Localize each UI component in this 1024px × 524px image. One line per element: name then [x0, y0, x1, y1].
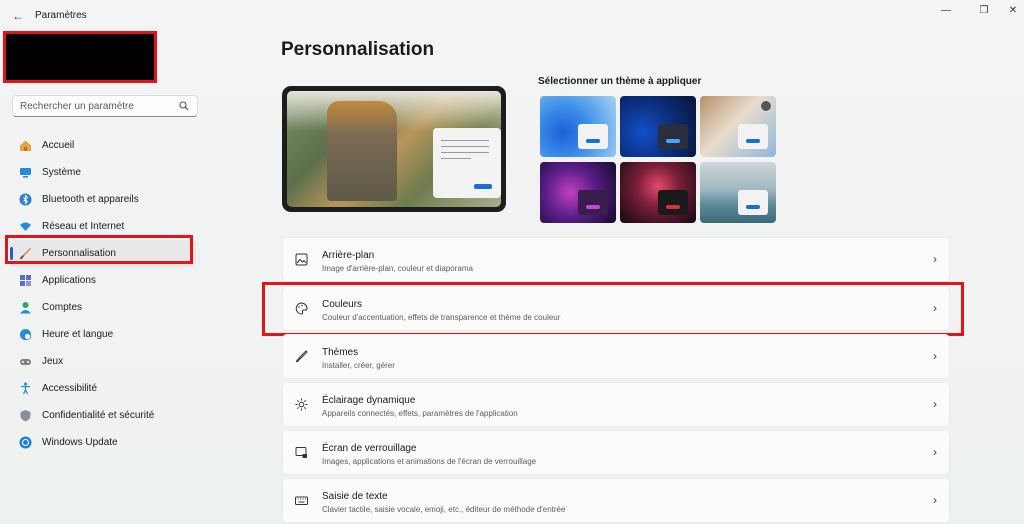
- card-description: Appareils connectés, effets, paramètres …: [322, 409, 518, 418]
- theme-thumbnail[interactable]: [540, 96, 616, 157]
- card-title: Écran de verrouillage: [322, 443, 417, 454]
- preview-window: [433, 128, 501, 198]
- search-input[interactable]: Rechercher un paramètre: [12, 95, 198, 117]
- sidebar-item-label: Accessibilité: [42, 383, 98, 394]
- theme-thumbnail[interactable]: [620, 162, 696, 223]
- sidebar-nav: Accueil Système Bluetooth et appareils R…: [10, 132, 196, 456]
- app-title: Paramètres: [35, 10, 87, 21]
- image-icon: [294, 253, 308, 267]
- sidebar-item-label: Système: [42, 167, 81, 178]
- globe-clock-icon: [18, 328, 32, 342]
- search-placeholder: Rechercher un paramètre: [20, 101, 134, 112]
- theme-thumbnail[interactable]: [620, 96, 696, 157]
- card-title: Éclairage dynamique: [322, 395, 416, 406]
- card-ecran-de-verrouillage[interactable]: Écran de verrouillage Images, applicatio…: [282, 430, 950, 475]
- sidebar-item-label: Accueil: [42, 140, 75, 151]
- sidebar-item-label: Heure et langue: [42, 329, 114, 340]
- sidebar-item-label: Bluetooth et appareils: [42, 194, 139, 205]
- preview-rock: [327, 101, 397, 201]
- sidebar-item-bluetooth[interactable]: Bluetooth et appareils: [10, 186, 196, 213]
- sidebar-item-comptes[interactable]: Comptes: [10, 294, 196, 321]
- home-icon: [18, 139, 32, 153]
- chevron-right-icon: ›: [933, 493, 937, 507]
- card-title: Arrière-plan: [322, 250, 375, 261]
- update-icon: [18, 436, 32, 450]
- sidebar-item-label: Comptes: [42, 302, 83, 313]
- card-eclairage-dynamique[interactable]: Éclairage dynamique Appareils connectés,…: [282, 382, 950, 427]
- sidebar-item-windows-update[interactable]: Windows Update: [10, 429, 196, 456]
- selected-theme-icon: [760, 100, 772, 112]
- gamepad-icon: [18, 355, 32, 369]
- shield-icon: [18, 409, 32, 423]
- brush-icon: [294, 350, 308, 364]
- chevron-right-icon: ›: [933, 397, 937, 411]
- card-description: Clavier tactile, saisie vocale, emoji, e…: [322, 505, 566, 514]
- card-arriere-plan[interactable]: Arrière-plan Image d'arrière-plan, coule…: [282, 237, 950, 282]
- sidebar-item-applications[interactable]: Applications: [10, 267, 196, 294]
- sidebar-item-label: Réseau et Internet: [42, 221, 125, 232]
- sidebar-item-label: Jeux: [42, 356, 64, 367]
- card-description: Installer, créer, gérer: [322, 361, 395, 370]
- preview-button: [474, 184, 492, 189]
- sidebar-item-systeme[interactable]: Système: [10, 159, 196, 186]
- chevron-right-icon: ›: [933, 349, 937, 363]
- theme-thumbnail[interactable]: [700, 162, 776, 223]
- monitor-icon: [18, 166, 32, 180]
- apps-icon: [18, 274, 32, 288]
- sidebar-item-accueil[interactable]: Accueil: [10, 132, 196, 159]
- sidebar-item-label: Windows Update: [42, 437, 118, 448]
- account-redacted[interactable]: [3, 31, 157, 83]
- wifi-icon: [18, 220, 32, 234]
- sun-icon: [294, 398, 308, 412]
- theme-thumbnail[interactable]: [700, 96, 776, 157]
- page-title: Personnalisation: [281, 39, 435, 60]
- user-icon: [18, 301, 32, 315]
- card-title: Saisie de texte: [322, 491, 388, 502]
- highlight-box-personnalisation: [5, 235, 193, 264]
- sidebar-item-confidentialite[interactable]: Confidentialité et sécurité: [10, 402, 196, 429]
- close-button[interactable]: ✕: [1002, 4, 1024, 18]
- accessibility-icon: [18, 382, 32, 396]
- highlight-box-couleurs: [262, 282, 964, 336]
- card-themes[interactable]: Thèmes Installer, créer, gérer ›: [282, 334, 950, 379]
- sidebar-item-heure[interactable]: Heure et langue: [10, 321, 196, 348]
- preview-wallpaper: [287, 91, 501, 207]
- sidebar-item-label: Confidentialité et sécurité: [42, 410, 155, 421]
- chevron-right-icon: ›: [933, 445, 937, 459]
- maximize-button[interactable]: ❐: [973, 4, 995, 18]
- card-description: Image d'arrière-plan, couleur et diapora…: [322, 264, 473, 273]
- theme-preview: [282, 86, 506, 212]
- bluetooth-icon: [18, 193, 32, 207]
- card-description: Images, applications et animations de l'…: [322, 457, 537, 466]
- lock-screen-icon: [294, 446, 308, 460]
- theme-thumbnail[interactable]: [540, 162, 616, 223]
- title-bar: ← Paramètres — ❐ ✕: [0, 0, 1024, 32]
- minimize-button[interactable]: —: [935, 4, 957, 18]
- back-button[interactable]: ←: [10, 8, 26, 24]
- sidebar-item-label: Applications: [42, 275, 96, 286]
- sidebar-item-accessibilite[interactable]: Accessibilité: [10, 375, 196, 402]
- keyboard-icon: [294, 494, 308, 508]
- card-saisie-de-texte[interactable]: Saisie de texte Clavier tactile, saisie …: [282, 478, 950, 523]
- themes-title: Sélectionner un thème à appliquer: [538, 76, 702, 87]
- search-icon: [179, 101, 189, 111]
- chevron-right-icon: ›: [933, 252, 937, 266]
- sidebar-item-jeux[interactable]: Jeux: [10, 348, 196, 375]
- card-title: Thèmes: [322, 347, 359, 358]
